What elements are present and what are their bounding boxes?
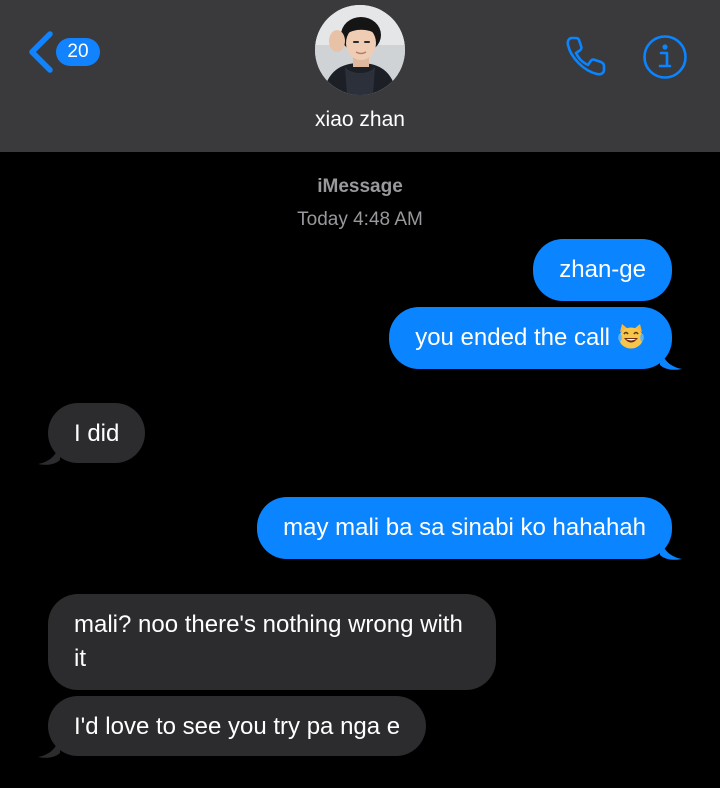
received-message-bubble[interactable]: I did: [48, 403, 146, 463]
sent-message-bubble[interactable]: zhan-ge: [533, 239, 672, 301]
message-text: zhan-ge: [559, 256, 646, 283]
conversation-timestamp: Today 4:48 AM: [297, 209, 423, 230]
message-text: I'd love to see you try pa nga e: [74, 713, 401, 740]
sent-bubble-tail: [660, 537, 682, 560]
unread-count-badge: 20: [56, 38, 100, 66]
contact-name[interactable]: xiao zhan: [0, 106, 720, 134]
call-button[interactable]: [562, 32, 610, 80]
sent-message-bubble[interactable]: may mali ba sa sinabi ko hahahah: [257, 497, 672, 559]
message-text: I did: [74, 420, 120, 447]
info-button[interactable]: [641, 33, 689, 81]
received-message-bubble[interactable]: mali? noo there's nothing wrong with it: [48, 594, 496, 690]
received-message-bubble[interactable]: I'd love to see you try pa nga e: [48, 696, 427, 756]
back-button[interactable]: 20: [26, 30, 110, 74]
service-label: iMessage: [317, 176, 403, 197]
sent-bubble-tail: [660, 347, 682, 370]
received-bubble-tail: [38, 442, 60, 465]
message-text: may mali ba sa sinabi ko hahahah: [283, 514, 646, 541]
message-text: you ended the call: [415, 324, 610, 351]
contact-avatar[interactable]: [315, 5, 405, 95]
chevron-left-icon: [29, 31, 53, 73]
conversation-header: 20 xiao zhan: [0, 0, 720, 152]
info-icon: [643, 35, 687, 79]
received-bubble-tail: [38, 735, 60, 758]
message-text: mali? noo there's nothing wrong with it: [74, 611, 463, 672]
laughing-cat-with-tears-icon: [618, 324, 644, 349]
avatar-photo: [315, 5, 405, 95]
sent-message-bubble[interactable]: you ended the call: [389, 307, 672, 369]
phone-icon: [566, 36, 606, 76]
messages-screen: 20 xiao zhan iMessage Today 4:48 AM zhan…: [0, 0, 720, 788]
